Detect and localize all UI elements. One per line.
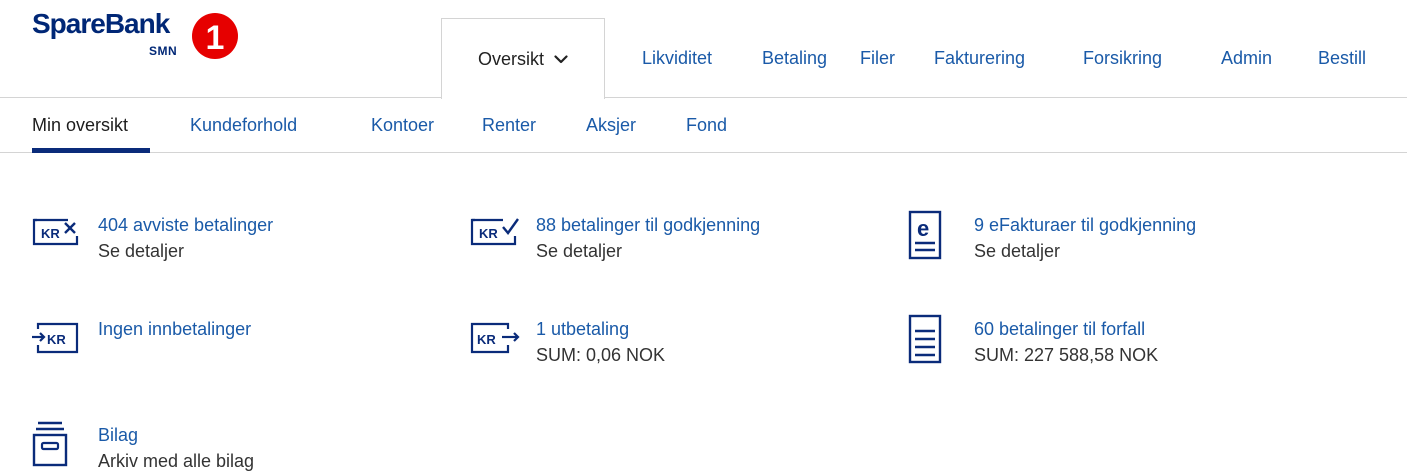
document-list-icon (908, 314, 942, 364)
tile-subtitle: Se detaljer (98, 241, 185, 261)
tile-incoming-payments[interactable]: KR Ingen innbetalinger (32, 318, 412, 358)
tile-subtitle: Arkiv med alle bilag (98, 451, 255, 471)
tab-oversikt-label: Oversikt (477, 48, 544, 69)
tile-subtitle: SUM: 227 588,58 NOK (974, 345, 1159, 365)
active-tab-indicator (32, 148, 150, 153)
archive-tray-icon (32, 421, 68, 467)
tile-subtitle: Se detaljer (536, 241, 623, 261)
tab-filer[interactable]: Filer (860, 48, 895, 69)
tile-title[interactable]: 1 utbetaling (536, 316, 665, 342)
kr-outgoing-icon: KR (470, 322, 520, 354)
svg-text:KR: KR (41, 226, 60, 241)
subnav-aksjer[interactable]: Aksjer (586, 115, 636, 136)
header: SpareBank SMN 1 Oversikt Likviditet Beta… (0, 0, 1407, 99)
tile-payments-for-approval[interactable]: KR 88 betalinger til godkjenning Se deta… (470, 214, 870, 270)
tab-bestill[interactable]: Bestill (1318, 48, 1366, 69)
svg-text:KR: KR (479, 226, 498, 241)
svg-text:KR: KR (47, 332, 66, 347)
kr-approve-icon: KR (470, 218, 519, 246)
svg-text:KR: KR (477, 332, 496, 347)
subnav-renter[interactable]: Renter (482, 115, 536, 136)
tab-forsikring[interactable]: Forsikring (1083, 48, 1162, 69)
efaktura-icon: e (908, 210, 942, 260)
tile-title[interactable]: 60 betalinger til forfall (974, 316, 1158, 342)
tab-admin[interactable]: Admin (1221, 48, 1272, 69)
subnav-min-oversikt[interactable]: Min oversikt (32, 115, 128, 136)
tile-outgoing-payment[interactable]: KR 1 utbetaling SUM: 0,06 NOK (470, 318, 850, 374)
tile-title[interactable]: 404 avviste betalinger (98, 212, 273, 238)
tile-title[interactable]: 88 betalinger til godkjenning (536, 212, 760, 238)
tile-title[interactable]: Bilag (98, 422, 254, 448)
tab-betaling[interactable]: Betaling (762, 48, 827, 69)
tile-subtitle: SUM: 0,06 NOK (536, 345, 666, 365)
svg-text:e: e (917, 216, 929, 241)
tile-title[interactable]: 9 eFakturaer til godkjenning (974, 212, 1196, 238)
tab-likviditet[interactable]: Likviditet (642, 48, 712, 69)
kr-incoming-icon: KR (32, 322, 79, 354)
chevron-down-icon (554, 54, 568, 63)
subnav-fond[interactable]: Fond (686, 115, 727, 136)
sub-nav: Min oversikt Kundeforhold Kontoer Renter… (0, 99, 1407, 153)
subnav-kontoer[interactable]: Kontoer (371, 115, 434, 136)
tile-efakturaer[interactable]: e 9 eFakturaer til godkjenning Se detalj… (908, 210, 1288, 266)
subnav-kundeforhold[interactable]: Kundeforhold (190, 115, 297, 136)
tile-payments-due[interactable]: 60 betalinger til forfall SUM: 227 588,5… (908, 314, 1288, 370)
tile-title[interactable]: Ingen innbetalinger (98, 316, 251, 342)
tile-rejected-payments[interactable]: KR 404 avviste betalinger Se detaljer (32, 214, 412, 270)
tile-bilag[interactable]: Bilag Arkiv med alle bilag (32, 420, 412, 472)
tab-fakturering[interactable]: Fakturering (934, 48, 1025, 69)
tab-oversikt[interactable]: Oversikt (441, 18, 605, 99)
top-nav: Oversikt Likviditet Betaling Filer Faktu… (0, 18, 1407, 99)
kr-rejected-icon: KR (32, 218, 79, 246)
tile-subtitle: Se detaljer (974, 241, 1061, 261)
